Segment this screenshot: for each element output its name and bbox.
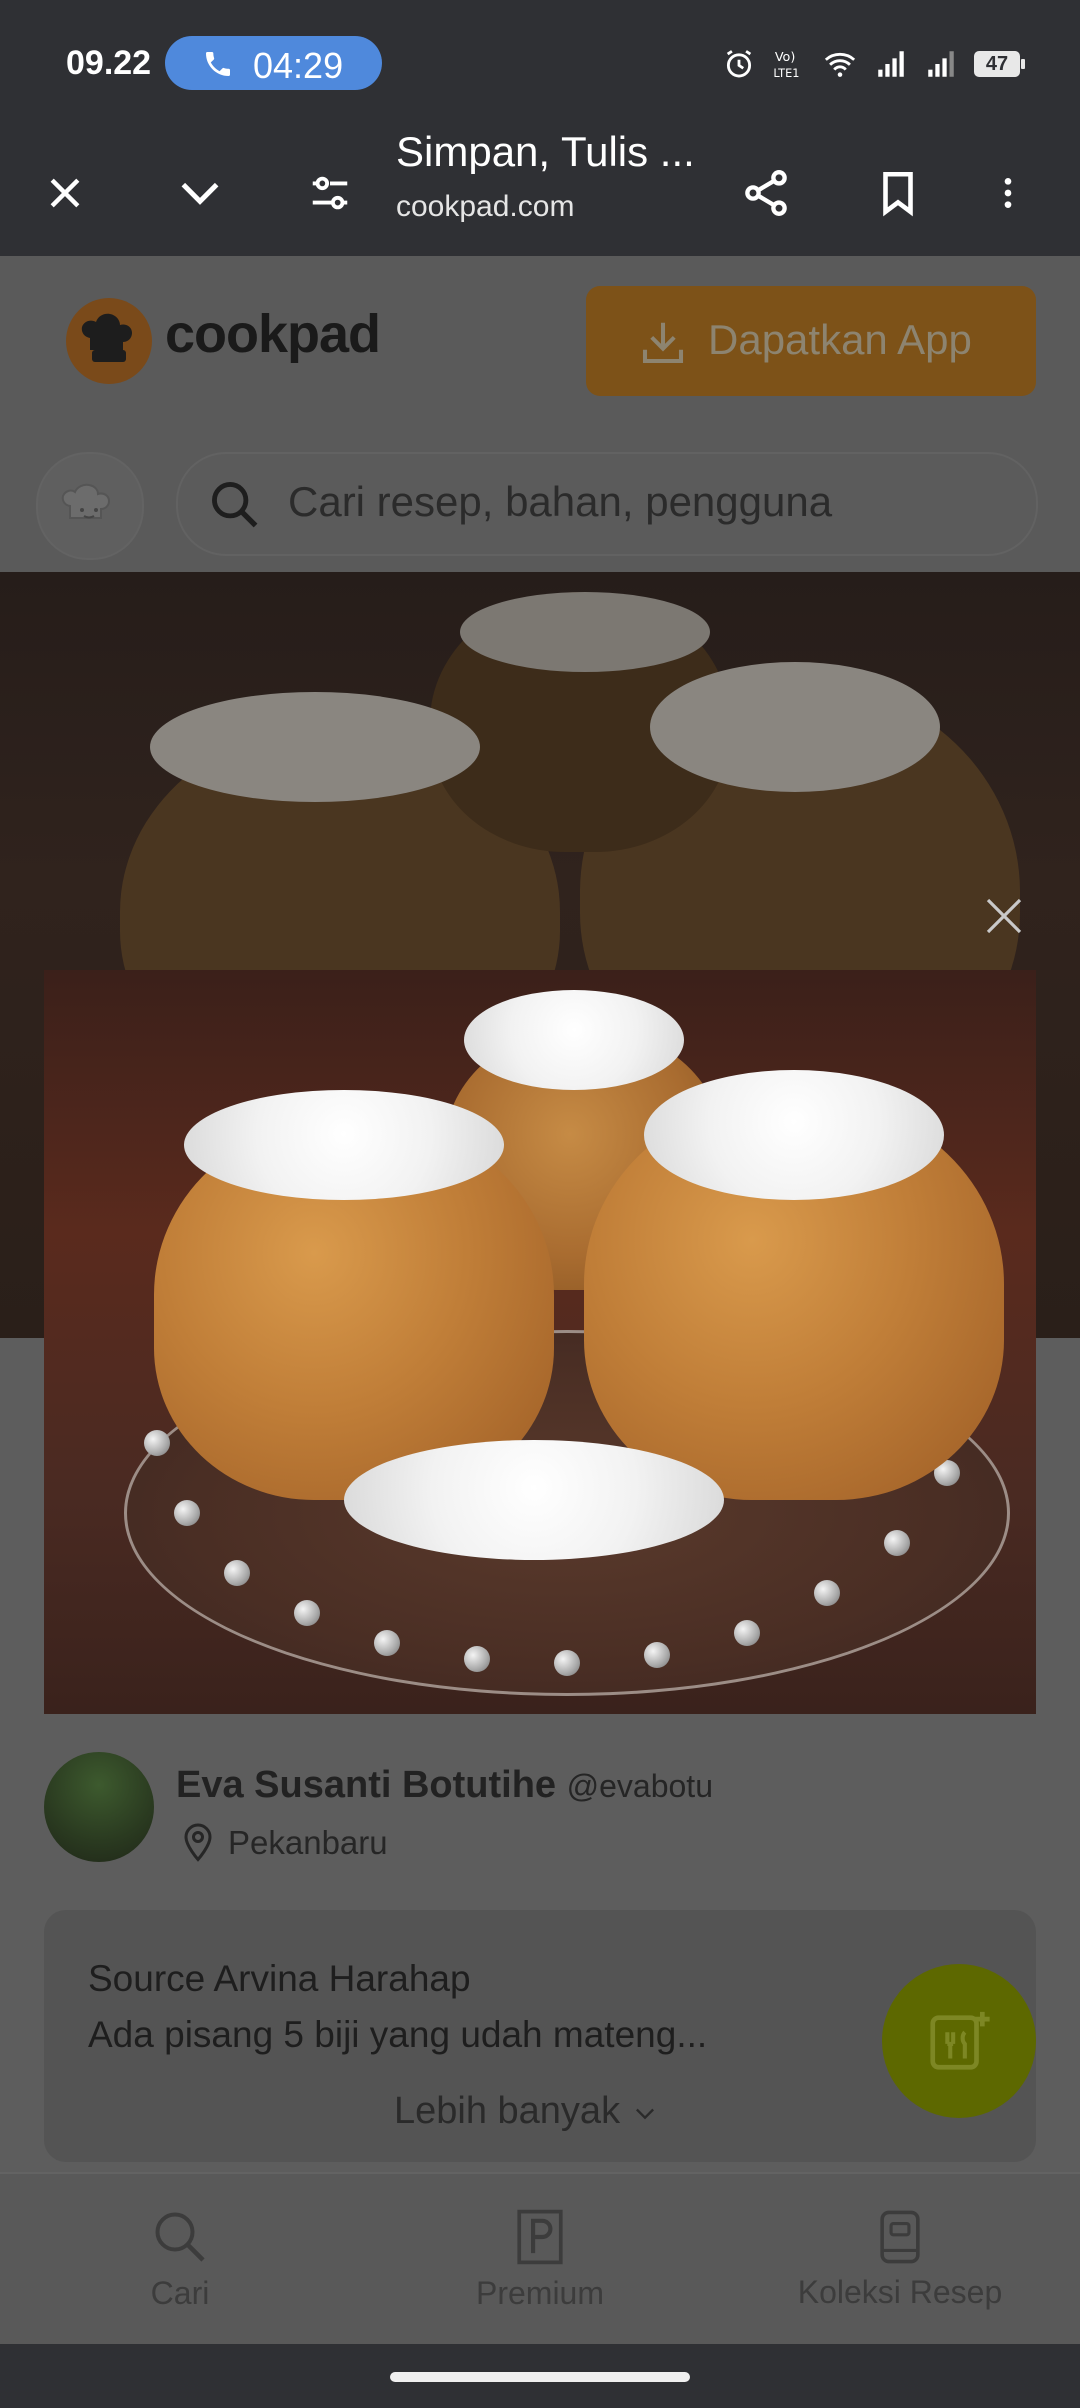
description-line-2: Ada pisang 5 biji yang udah mateng... xyxy=(88,2014,708,2055)
more-vert-icon xyxy=(1004,178,1012,208)
svg-text:LTE1: LTE1 xyxy=(773,66,799,80)
description-line-1: Source Arvina Harahap xyxy=(88,1958,471,1999)
bookmark-button[interactable] xyxy=(858,130,938,256)
nav-label-koleksi-resep: Koleksi Resep xyxy=(797,2273,1003,2310)
author-avatar[interactable] xyxy=(44,1752,154,1862)
close-icon xyxy=(50,178,80,208)
signal-icon xyxy=(928,51,954,77)
chevron-down-icon xyxy=(181,182,219,205)
tune-icon xyxy=(312,176,348,210)
get-app-button[interactable]: Dapatkan App xyxy=(586,286,1036,396)
nav-item-premium[interactable]: Premium xyxy=(440,2174,640,2344)
cookpad-logo-icon[interactable] xyxy=(66,298,152,384)
status-icons: Vo) LTE1 47 xyxy=(722,44,1025,84)
nav-item-cari[interactable]: Cari xyxy=(80,2174,280,2344)
status-time: 09.22 xyxy=(66,44,152,82)
cookpad-logo-text[interactable]: cookpad xyxy=(165,303,381,365)
location-pin-icon xyxy=(180,1822,216,1869)
nav-label-premium: Premium xyxy=(475,2274,604,2311)
add-recipe-fab[interactable] xyxy=(882,1964,1036,2118)
home-gesture-handle[interactable] xyxy=(390,2372,690,2382)
share-button[interactable] xyxy=(726,130,806,256)
search-input[interactable]: Cari resep, bahan, pengguna xyxy=(176,452,1038,556)
share-icon xyxy=(745,170,787,216)
close-image-viewer-button[interactable] xyxy=(980,892,1028,940)
search-placeholder: Cari resep, bahan, pengguna xyxy=(288,478,833,525)
author-handle: @evabotu xyxy=(566,1768,713,1804)
battery-icon: 47 xyxy=(974,51,1025,77)
recipe-photo-enlarged xyxy=(44,970,1036,1714)
ongoing-call-pill[interactable]: 04:29 xyxy=(165,36,382,90)
show-more-button[interactable]: Lebih banyak xyxy=(394,2090,659,2133)
alarm-icon xyxy=(726,50,752,78)
volte-icon: Vo)LTE1 xyxy=(773,50,799,80)
search-icon xyxy=(155,2212,205,2262)
author-full-name: Eva Susanti Botutihe xyxy=(176,1764,557,1806)
get-app-label: Dapatkan App xyxy=(708,316,972,363)
collection-icon xyxy=(880,2210,920,2263)
show-more-label: Lebih banyak xyxy=(394,2090,621,2132)
search-icon xyxy=(212,482,258,528)
browser-toolbar: Simpan, Tulis ... cookpad.com xyxy=(0,130,1080,256)
download-icon xyxy=(642,322,684,364)
premium-icon xyxy=(517,2209,563,2264)
close-icon xyxy=(986,898,1022,934)
nav-item-koleksi-resep[interactable]: Koleksi Resep xyxy=(780,2174,1020,2344)
bookmark-icon xyxy=(883,171,913,217)
call-duration: 04:29 xyxy=(253,45,344,86)
guest-avatar-icon[interactable] xyxy=(36,452,144,560)
page-title: Simpan, Tulis ... xyxy=(396,130,695,174)
page-domain: cookpad.com xyxy=(396,190,575,223)
phone-icon xyxy=(206,52,230,76)
close-tab-button[interactable] xyxy=(30,130,100,256)
chevron-down-icon xyxy=(635,2108,654,2120)
more-options-button[interactable] xyxy=(978,130,1038,256)
minimize-button[interactable] xyxy=(160,130,240,256)
wifi-icon xyxy=(824,52,856,77)
nav-label-cari: Cari xyxy=(150,2274,210,2311)
svg-text:Vo): Vo) xyxy=(775,50,796,65)
bottom-navigation: Cari Premium Koleksi Resep xyxy=(0,2172,1080,2344)
author-name[interactable]: Eva Susanti Botutihe @evabotu xyxy=(176,1764,713,1807)
site-settings-button[interactable] xyxy=(290,130,370,256)
signal-icon xyxy=(878,51,904,77)
add-recipe-icon xyxy=(930,2011,990,2070)
author-location: Pekanbaru xyxy=(228,1824,388,1861)
